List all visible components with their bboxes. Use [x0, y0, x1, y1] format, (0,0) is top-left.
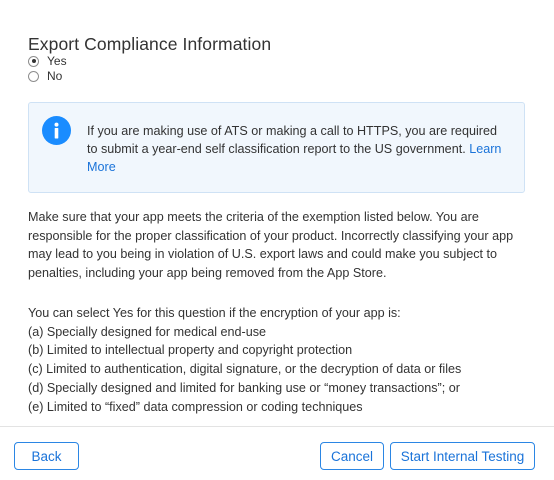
radio-yes-label: Yes [47, 54, 67, 68]
exemption-description: Make sure that your app meets the criter… [28, 210, 514, 280]
start-internal-testing-button[interactable]: Start Internal Testing [390, 442, 535, 470]
export-compliance-dialog: Export Compliance Information Yes No If … [0, 0, 554, 480]
info-notice: If you are making use of ATS or making a… [28, 102, 525, 193]
criteria-intro: You can select Yes for this question if … [28, 306, 401, 320]
radio-no-button[interactable] [28, 70, 39, 82]
criteria-item-d: (d) Specially designed and limited for b… [28, 380, 460, 395]
info-text: If you are making use of ATS or making a… [87, 122, 507, 176]
radio-option-yes[interactable]: Yes [28, 54, 67, 68]
footer-divider [0, 426, 554, 427]
info-message: If you are making use of ATS or making a… [87, 124, 497, 156]
dialog-title: Export Compliance Information [28, 34, 272, 54]
criteria-item-c: (c) Limited to authentication, digital s… [28, 362, 462, 377]
radio-no-label: No [47, 69, 63, 83]
criteria-item-b: (b) Limited to intellectual property and… [28, 343, 353, 358]
radio-option-no[interactable]: No [28, 69, 62, 83]
info-icon [42, 116, 71, 145]
cancel-button[interactable]: Cancel [320, 442, 384, 470]
criteria-list: You can select Yes for this question if … [28, 304, 533, 416]
radio-yes-button[interactable] [28, 55, 39, 67]
criteria-item-e: (e) Limited to “fixed” data compression … [28, 399, 363, 414]
criteria-item-a: (a) Specially designed for medical end-u… [28, 324, 267, 339]
back-button[interactable]: Back [14, 442, 79, 470]
